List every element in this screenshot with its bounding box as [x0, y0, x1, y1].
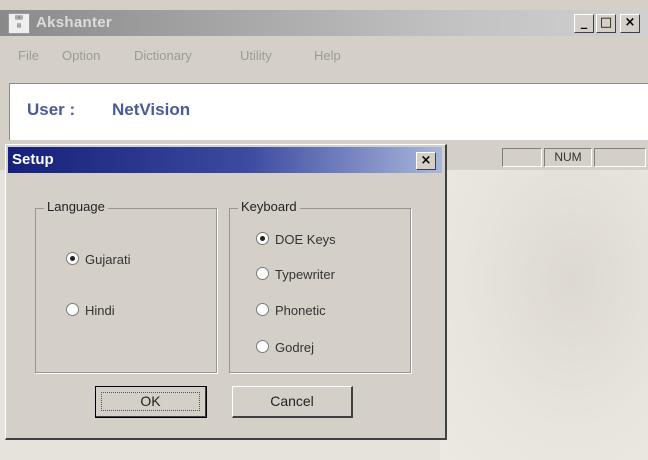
desktop-background [440, 160, 648, 460]
radio-gujarati-label[interactable]: Gujarati [85, 252, 131, 267]
status-bar: NUM [440, 146, 648, 168]
keyboard-group-label: Keyboard [238, 199, 300, 214]
main-window-title: Akshanter [36, 14, 113, 31]
ok-button[interactable]: OK [95, 386, 207, 418]
radio-doe-keys-label[interactable]: DOE Keys [275, 232, 336, 247]
focus-rectangle [101, 392, 200, 411]
radio-godrej[interactable]: Godrej [256, 340, 314, 355]
user-label: User : [27, 100, 76, 119]
radio-checked-icon[interactable] [66, 252, 79, 265]
radio-doe-keys[interactable]: DOE Keys [256, 232, 336, 247]
language-group-label: Language [44, 199, 108, 214]
menu-file[interactable]: File [18, 48, 39, 63]
app-icon: ▤▤ ▤ [8, 13, 30, 34]
radio-checked-icon[interactable] [256, 232, 269, 245]
radio-typewriter-label[interactable]: Typewriter [275, 267, 335, 282]
radio-phonetic[interactable]: Phonetic [256, 303, 326, 318]
user-name: NetVision [112, 100, 191, 119]
keyboard-group: Keyboard DOE Keys Typewriter Phonetic Go… [229, 199, 411, 373]
status-cell-blank-2 [594, 148, 646, 167]
status-num-indicator: NUM [544, 148, 592, 167]
status-cell-blank [502, 148, 542, 167]
language-group: Language Gujarati Hindi [35, 199, 217, 373]
menu-utility[interactable]: Utility [240, 48, 272, 63]
radio-hindi[interactable]: Hindi [66, 303, 115, 318]
setup-title: Setup [12, 151, 54, 168]
setup-titlebar[interactable]: Setup × [8, 147, 442, 173]
close-button[interactable]: × [620, 14, 640, 33]
radio-hindi-label[interactable]: Hindi [85, 303, 115, 318]
cancel-button-label: Cancel [270, 393, 314, 409]
setup-close-button[interactable]: × [416, 152, 436, 170]
user-panel: User : NetVision [9, 83, 648, 140]
radio-gujarati[interactable]: Gujarati [66, 252, 131, 267]
radio-unchecked-icon[interactable] [66, 303, 79, 316]
menu-option[interactable]: Option [62, 48, 100, 63]
radio-typewriter[interactable]: Typewriter [256, 267, 335, 282]
menu-dictionary[interactable]: Dictionary [134, 48, 192, 63]
menu-help[interactable]: Help [314, 48, 341, 63]
radio-unchecked-icon[interactable] [256, 340, 269, 353]
menu-bar: File Option Dictionary Utility Help [0, 44, 648, 66]
radio-unchecked-icon[interactable] [256, 303, 269, 316]
maximize-button[interactable]: □ [596, 14, 616, 33]
radio-godrej-label[interactable]: Godrej [275, 340, 314, 355]
radio-phonetic-label[interactable]: Phonetic [275, 303, 326, 318]
main-titlebar[interactable]: ▤▤ ▤ Akshanter _ □ × [0, 10, 648, 36]
cancel-button[interactable]: Cancel [232, 386, 353, 418]
radio-unchecked-icon[interactable] [256, 267, 269, 280]
setup-dialog: Setup × Language Gujarati Hindi Keyboard… [5, 144, 447, 440]
minimize-button[interactable]: _ [574, 14, 594, 33]
